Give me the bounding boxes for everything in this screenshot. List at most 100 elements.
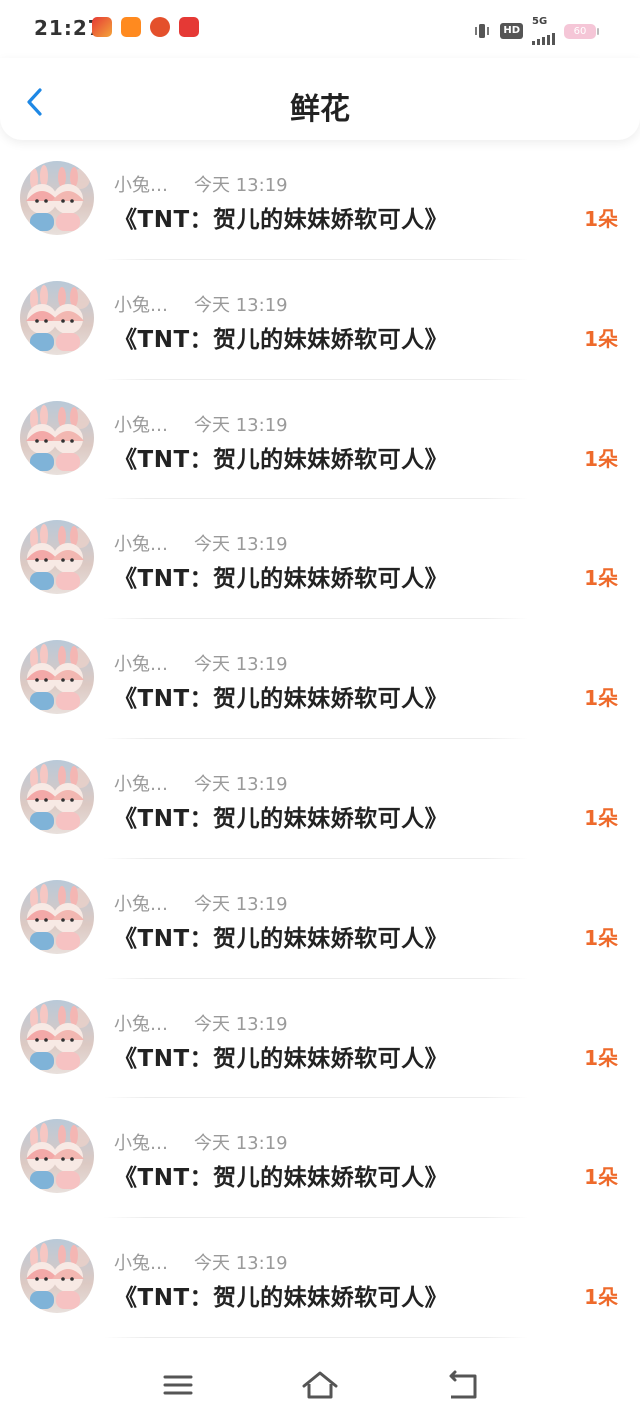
item-meta: 小兔… 今天 13:19: [114, 1249, 288, 1275]
vibrate-icon: [473, 22, 491, 40]
book-title: 《TNT：贺儿的妹妹娇软可人》: [114, 566, 449, 593]
avatar[interactable]: [20, 161, 94, 235]
book-title: 《TNT：贺儿的妹妹娇软可人》: [114, 1045, 449, 1072]
item-time: 今天 13:19: [194, 294, 288, 316]
system-nav-bar: [0, 1340, 640, 1425]
item-time: 今天 13:19: [194, 773, 288, 795]
sender-name[interactable]: 小兔…: [114, 411, 194, 437]
red-app-icon: [92, 17, 112, 37]
avatar[interactable]: [20, 879, 94, 954]
network-type: 5G: [532, 16, 548, 27]
avatar[interactable]: [20, 400, 94, 475]
list-item[interactable]: 小兔… 今天 13:19 《TNT：贺儿的妹妹娇软可人》 1朵: [0, 260, 640, 380]
divider: [104, 1336, 528, 1338]
flower-list: 小兔… 今天 13:19 《TNT：贺儿的妹妹娇软可人》 1朵 小兔… 今天 13:…: [0, 140, 640, 1340]
sender-name[interactable]: 小兔…: [114, 650, 194, 676]
header: 鲜花: [0, 58, 640, 140]
back-icon: [449, 1370, 477, 1399]
menu-button[interactable]: [160, 1368, 200, 1402]
menu-icon: [163, 1375, 193, 1395]
avatar[interactable]: [20, 280, 94, 355]
bunny-avatar-icon: [26, 1243, 90, 1310]
red-play-app-icon: [179, 17, 199, 37]
flower-count: 1朵: [584, 805, 618, 830]
item-meta: 小兔… 今天 13:19: [114, 770, 288, 796]
sender-name[interactable]: 小兔…: [114, 890, 194, 916]
book-title: 《TNT：贺儿的妹妹娇软可人》: [114, 686, 449, 713]
avatar[interactable]: [20, 999, 94, 1074]
bunny-avatar-icon: [26, 404, 90, 471]
signal-icon: [532, 27, 555, 45]
item-meta: 小兔… 今天 13:19: [114, 530, 288, 556]
list-item[interactable]: 小兔… 今天 13:19 《TNT：贺儿的妹妹娇软可人》 1朵: [0, 499, 640, 620]
signal-group: 5G: [532, 17, 555, 45]
book-title: 《TNT：贺儿的妹妹娇软可人》: [114, 1165, 449, 1192]
book-title: 《TNT：贺儿的妹妹娇软可人》: [114, 925, 449, 952]
bunny-avatar-icon: [26, 165, 90, 231]
sender-name[interactable]: 小兔…: [114, 1129, 194, 1155]
bunny-avatar-icon: [26, 284, 90, 351]
back-nav-button[interactable]: [442, 1368, 482, 1402]
flower-count: 1朵: [584, 1285, 618, 1310]
item-meta: 小兔… 今天 13:19: [114, 650, 288, 676]
list-item[interactable]: 小兔… 今天 13:19 《TNT：贺儿的妹妹娇软可人》 1朵: [0, 739, 640, 859]
item-time: 今天 13:19: [194, 893, 288, 915]
bunny-avatar-icon: [26, 883, 90, 950]
list-item[interactable]: 小兔… 今天 13:19 《TNT：贺儿的妹妹娇软可人》 1朵: [0, 859, 640, 979]
home-icon: [302, 1371, 338, 1399]
sender-name[interactable]: 小兔…: [114, 171, 194, 197]
flower-count: 1朵: [584, 566, 618, 591]
item-meta: 小兔… 今天 13:19: [114, 411, 288, 437]
item-meta: 小兔… 今天 13:19: [114, 1129, 288, 1155]
list-item[interactable]: 小兔… 今天 13:19 《TNT：贺儿的妹妹娇软可人》 1朵: [0, 380, 640, 500]
flower-count: 1朵: [584, 207, 618, 231]
item-time: 今天 13:19: [194, 1253, 288, 1275]
list-item[interactable]: 小兔… 今天 13:19 《TNT：贺儿的妹妹娇软可人》 1朵: [0, 140, 640, 260]
bunny-avatar-icon: [26, 763, 90, 830]
list-item[interactable]: 小兔… 今天 13:19 《TNT：贺儿的妹妹娇软可人》 1朵: [0, 979, 640, 1099]
book-title: 《TNT：贺儿的妹妹娇软可人》: [114, 1285, 449, 1312]
book-title: 《TNT：贺儿的妹妹娇软可人》: [114, 805, 449, 832]
item-time: 今天 13:19: [194, 1013, 288, 1035]
status-right: HD 5G 60: [473, 17, 599, 45]
item-time: 今天 13:19: [194, 534, 288, 556]
orange-video-app-icon: [121, 17, 141, 37]
flower-count: 1朵: [584, 1045, 618, 1070]
sender-name[interactable]: 小兔…: [114, 291, 194, 317]
battery-icon: 60: [564, 23, 599, 39]
item-meta: 小兔… 今天 13:19: [114, 1010, 288, 1036]
bunny-avatar-icon: [26, 644, 90, 711]
sender-name[interactable]: 小兔…: [114, 770, 194, 796]
sender-name[interactable]: 小兔…: [114, 1249, 194, 1275]
item-meta: 小兔… 今天 13:19: [114, 890, 288, 916]
item-time: 今天 13:19: [194, 1133, 288, 1155]
home-button[interactable]: [300, 1368, 340, 1402]
item-time: 今天 13:19: [194, 654, 288, 676]
avatar[interactable]: [20, 1119, 94, 1194]
item-meta: 小兔… 今天 13:19: [114, 291, 288, 317]
list-item[interactable]: 小兔… 今天 13:19 《TNT：贺儿的妹妹娇软可人》 1朵: [0, 619, 640, 739]
avatar[interactable]: [20, 520, 94, 595]
item-time: 今天 13:19: [194, 414, 288, 436]
bunny-avatar-icon: [26, 1003, 90, 1070]
sender-name[interactable]: 小兔…: [114, 530, 194, 556]
list-item[interactable]: 小兔… 今天 13:19 《TNT：贺儿的妹妹娇软可人》 1朵: [0, 1098, 640, 1219]
flower-count: 1朵: [584, 1165, 618, 1190]
pumpkin-app-icon: [150, 17, 170, 37]
page-title: 鲜花: [290, 92, 350, 127]
flower-count: 1朵: [584, 446, 618, 471]
status-app-icons: [92, 17, 199, 37]
item-meta: 小兔… 今天 13:19: [114, 171, 288, 197]
book-title: 《TNT：贺儿的妹妹娇软可人》: [114, 326, 449, 353]
book-title: 《TNT：贺儿的妹妹娇软可人》: [114, 207, 449, 233]
avatar[interactable]: [20, 759, 94, 834]
avatar[interactable]: [20, 1239, 94, 1314]
item-time: 今天 13:19: [194, 175, 288, 196]
avatar[interactable]: [20, 640, 94, 715]
hd-badge: HD: [500, 23, 523, 39]
book-title: 《TNT：贺儿的妹妹娇软可人》: [114, 446, 449, 473]
flower-count: 1朵: [584, 326, 618, 351]
list-item[interactable]: 小兔… 今天 13:19 《TNT：贺儿的妹妹娇软可人》 1朵: [0, 1218, 640, 1338]
flower-count: 1朵: [584, 686, 618, 711]
sender-name[interactable]: 小兔…: [114, 1010, 194, 1036]
